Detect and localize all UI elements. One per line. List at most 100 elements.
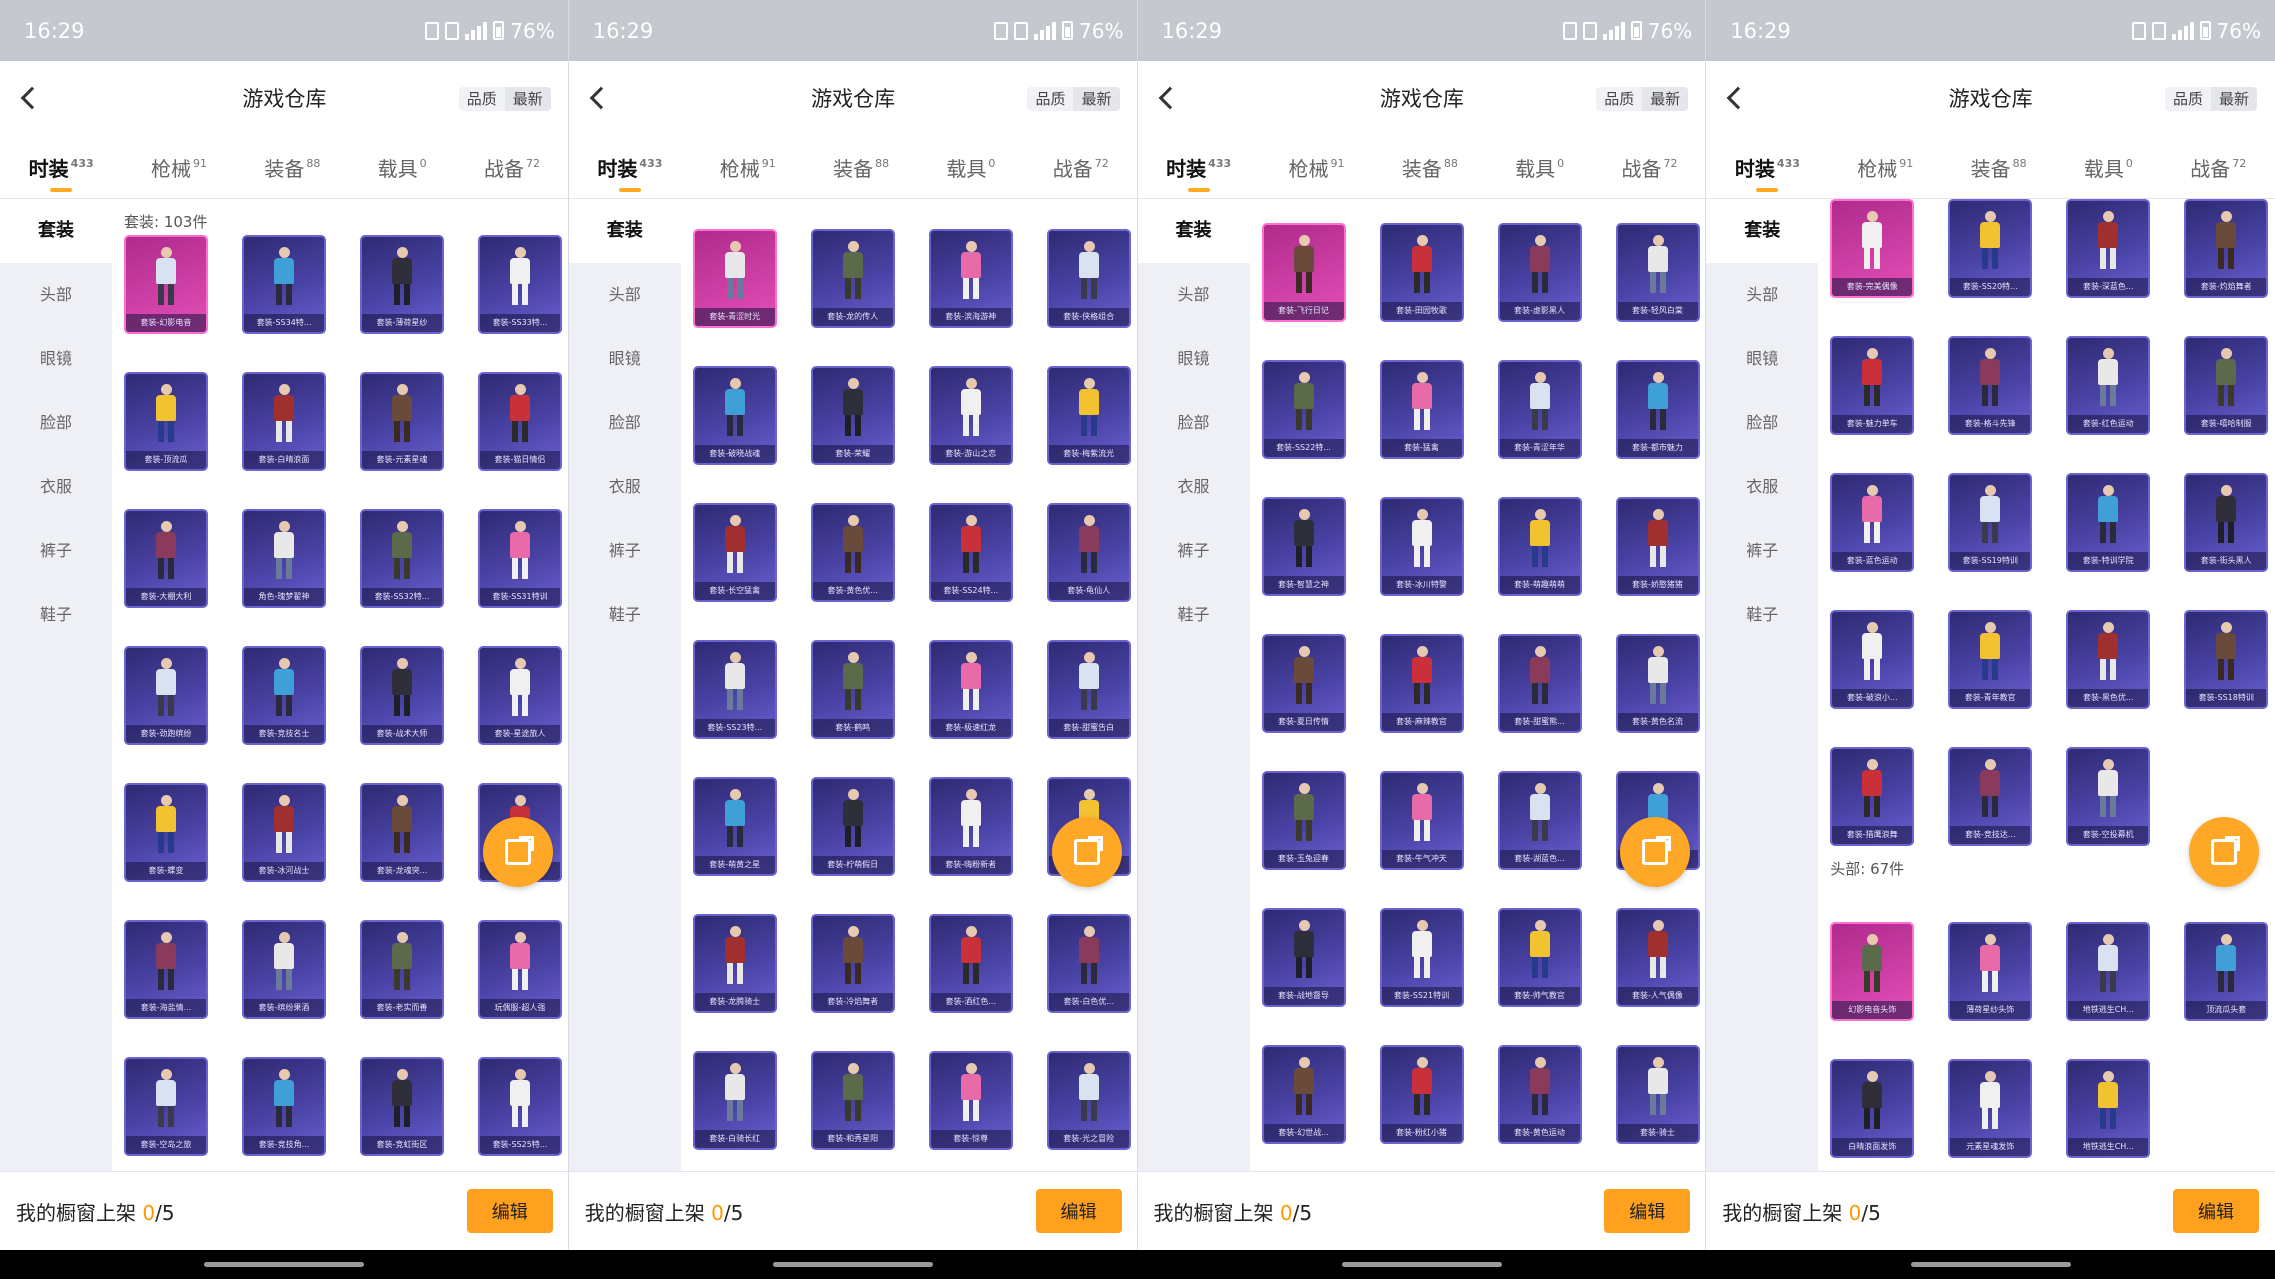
item-card[interactable]: 套装-轻风白棠	[1615, 223, 1700, 322]
item-card[interactable]: 套装-竞虹街区	[360, 1057, 444, 1156]
tab-0[interactable]: 时装 433	[597, 153, 662, 182]
item-list[interactable]: 头部: 67件 套装-完美偶像套装-SS20特...套装-深蓝色...套装-灼焰…	[1818, 199, 2275, 1171]
item-card[interactable]: 套装-娇憨猪猪	[1615, 497, 1700, 596]
item-card[interactable]: 套装-海盐情...	[124, 920, 208, 1019]
item-card[interactable]: 套装-深蓝色...	[2066, 199, 2151, 298]
item-card[interactable]: 套装-战术大师	[360, 646, 444, 745]
tab-0[interactable]: 时装 433	[29, 153, 94, 182]
item-card[interactable]: 套装-夏日传情	[1261, 634, 1346, 733]
item-card[interactable]: 套装-白色优...	[1046, 914, 1131, 1013]
item-card[interactable]: 套装-长空猛禽	[692, 503, 777, 602]
tab-3[interactable]: 载具 0	[1515, 153, 1564, 182]
item-card[interactable]: 套装-特训学院	[2066, 473, 2151, 572]
item-card[interactable]: 套装-破晓战魂	[692, 366, 777, 465]
sidebar-item-5[interactable]: 裤子	[0, 519, 112, 583]
item-card[interactable]: 套装-SS23特...	[692, 640, 777, 739]
item-card[interactable]: 套装-SS19特训	[1948, 473, 2033, 572]
sort-quality-button[interactable]: 品质	[459, 87, 505, 111]
sidebar-item-4[interactable]: 衣服	[1706, 455, 1818, 519]
tab-2[interactable]: 装备 88	[1402, 153, 1458, 182]
sort-latest-button[interactable]: 最新	[1642, 87, 1689, 111]
sidebar-item-1[interactable]: 头部	[1706, 263, 1818, 327]
item-card[interactable]: 套装-冰河战士	[242, 783, 326, 882]
item-card[interactable]: 白晴浪面发饰	[1830, 1059, 1915, 1158]
item-card[interactable]: 套装-红色运动	[2066, 336, 2151, 435]
item-card[interactable]: 套装-魅力单车	[1830, 336, 1915, 435]
item-card[interactable]: 套装-萌趣萌萌	[1497, 497, 1582, 596]
item-card[interactable]: 套装-龙腾骑士	[692, 914, 777, 1013]
sidebar-item-2[interactable]: 眼镜	[1706, 327, 1818, 391]
item-card[interactable]: 套装-冰川特警	[1379, 497, 1464, 596]
item-card[interactable]: 套装-青涩时光	[692, 229, 777, 328]
item-card[interactable]: 套装-湖蓝色...	[1497, 771, 1582, 870]
sidebar-item-0[interactable]: 套装	[568, 199, 681, 263]
tab-1[interactable]: 枪械 91	[1288, 153, 1344, 182]
sidebar-item-1[interactable]: 头部	[1138, 263, 1250, 327]
sidebar-item-0[interactable]: 套装	[0, 199, 112, 263]
item-card[interactable]: 套装-战地督导	[1261, 908, 1346, 1007]
back-button[interactable]	[14, 83, 44, 113]
item-card[interactable]: 套装-帅气教官	[1497, 908, 1582, 1007]
item-card[interactable]: 套装-柠萌假日	[810, 777, 895, 876]
item-card[interactable]: 套装-梅紫流光	[1046, 366, 1131, 465]
sidebar-item-4[interactable]: 衣服	[569, 455, 681, 519]
sidebar-item-6[interactable]: 鞋子	[569, 583, 681, 647]
item-card[interactable]: 套装-破浪小...	[1830, 610, 1915, 709]
sidebar-item-2[interactable]: 眼镜	[0, 327, 112, 391]
sidebar-item-6[interactable]: 鞋子	[1138, 583, 1250, 647]
item-card[interactable]: 套装-SS21特训	[1379, 908, 1464, 1007]
item-card[interactable]: 套装-黄色名流	[1615, 634, 1700, 733]
item-card[interactable]: 套装-智慧之神	[1261, 497, 1346, 596]
item-card[interactable]: 套装-鹤鸣	[810, 640, 895, 739]
sidebar-item-2[interactable]: 眼镜	[1138, 327, 1250, 391]
sort-latest-button[interactable]: 最新	[1073, 87, 1120, 111]
item-card[interactable]: 套装-惊尊	[928, 1051, 1013, 1150]
item-card[interactable]: 套装-SS18特训	[2184, 610, 2269, 709]
tab-0[interactable]: 时装 433	[1166, 153, 1231, 182]
sort-quality-button[interactable]: 品质	[2165, 87, 2211, 111]
tab-1[interactable]: 枪械 91	[1857, 153, 1913, 182]
item-card[interactable]: 套装-空投幕机	[2066, 747, 2151, 846]
share-button[interactable]	[482, 817, 553, 887]
item-card[interactable]: 套装-粉红小猪	[1379, 1045, 1464, 1144]
item-card[interactable]: 套装-酒红色...	[928, 914, 1013, 1013]
sidebar-item-0[interactable]: 套装	[1137, 199, 1250, 263]
item-card[interactable]: 套装-侠格组合	[1046, 229, 1131, 328]
item-card[interactable]: 套装-冷焰舞者	[810, 914, 895, 1013]
tab-2[interactable]: 装备 88	[1971, 153, 2027, 182]
item-card[interactable]: 套装-黑色优...	[2066, 610, 2151, 709]
item-card[interactable]: 套装-街头黑人	[2184, 473, 2269, 572]
item-card[interactable]: 套装-甜蜜告白	[1046, 640, 1131, 739]
tab-2[interactable]: 装备 88	[264, 153, 320, 182]
item-card[interactable]: 套装-骑士	[1615, 1045, 1700, 1144]
item-card[interactable]: 套装-元素星魂	[360, 372, 444, 471]
item-card[interactable]: 角色-瑰梦翟神	[242, 509, 326, 608]
item-card[interactable]: 套装-猎鹰浪舞	[1830, 747, 1915, 846]
tab-1[interactable]: 枪械 91	[151, 153, 207, 182]
tab-3[interactable]: 载具 0	[2084, 153, 2133, 182]
sidebar-item-4[interactable]: 衣服	[1138, 455, 1250, 519]
item-card[interactable]: 套装-劲跑缤纷	[124, 646, 208, 745]
sidebar-item-3[interactable]: 脸部	[1138, 391, 1250, 455]
tab-4[interactable]: 战备 72	[2190, 153, 2246, 182]
sort-latest-button[interactable]: 最新	[504, 87, 551, 111]
share-button[interactable]	[1051, 817, 1122, 887]
item-card[interactable]: 套装-蓝色运动	[1830, 473, 1915, 572]
item-card[interactable]: 套装-都市魅力	[1615, 360, 1700, 459]
item-card[interactable]: 套装-黄色优...	[810, 503, 895, 602]
share-button[interactable]	[2189, 817, 2259, 887]
item-card[interactable]: 幻影电音头饰	[1830, 922, 1915, 1021]
sidebar-item-3[interactable]: 脸部	[1706, 391, 1818, 455]
edit-button[interactable]: 编辑	[2173, 1189, 2259, 1233]
item-card[interactable]: 套装-和秀星阳	[810, 1051, 895, 1150]
item-card[interactable]: 套装-龟仙人	[1046, 503, 1131, 602]
sidebar-item-5[interactable]: 裤子	[569, 519, 681, 583]
tab-4[interactable]: 战备 72	[1622, 153, 1678, 182]
item-card[interactable]: 套装-荣耀	[810, 366, 895, 465]
tab-0[interactable]: 时装 433	[1735, 153, 1800, 182]
item-card[interactable]: 套装-灼焰舞者	[2184, 199, 2269, 298]
item-card[interactable]: 地铁逃生CH...	[2066, 922, 2151, 1021]
sort-quality-button[interactable]: 品质	[1596, 87, 1642, 111]
item-card[interactable]: 套装-虚影黑人	[1497, 223, 1582, 322]
item-card[interactable]: 套装-嗨粉新者	[928, 777, 1013, 876]
